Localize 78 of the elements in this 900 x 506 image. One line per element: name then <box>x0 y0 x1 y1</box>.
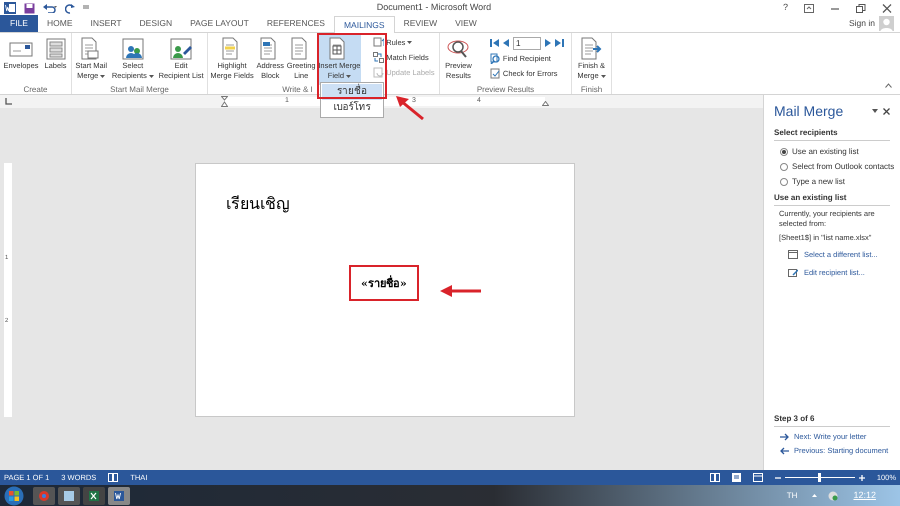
word-icon[interactable] <box>108 486 130 504</box>
greeting-text: เรียนเชิญ <box>226 194 290 214</box>
ribbon-tab[interactable]: REFERENCES <box>258 15 334 32</box>
browser-icon[interactable] <box>33 486 55 504</box>
zoom-in-icon[interactable] <box>858 474 865 480</box>
save-icon <box>24 2 35 14</box>
check-icon <box>490 68 501 79</box>
edit-list-icon <box>169 37 194 61</box>
recipients-icon <box>120 37 145 61</box>
restore-icon[interactable] <box>856 4 866 12</box>
undo-icon <box>43 3 57 13</box>
edit-icon <box>788 268 798 277</box>
ribbon-tab[interactable]: PAGE LAYOUT <box>181 15 258 32</box>
indent-marker-icon[interactable] <box>221 96 228 107</box>
zoom-out-icon[interactable] <box>774 474 781 480</box>
next-arrow-icon <box>780 433 789 441</box>
caret-icon <box>148 74 154 78</box>
ribbon-tab[interactable]: REVIEW <box>394 15 446 32</box>
annotation-arrow <box>395 95 425 121</box>
caret-icon[interactable] <box>872 109 878 113</box>
print-layout-icon[interactable] <box>732 473 741 482</box>
window-title: Document1 - Microsoft Word <box>376 1 492 14</box>
web-layout-icon[interactable] <box>752 473 763 482</box>
folder-icon[interactable] <box>58 486 80 504</box>
ribbon-tab[interactable]: DESIGN <box>130 15 182 32</box>
caret-icon <box>100 74 106 78</box>
last-record-icon[interactable] <box>554 39 564 47</box>
redo-icon <box>65 2 75 14</box>
network-icon[interactable] <box>828 490 838 500</box>
ribbon-tab[interactable]: INSERT <box>82 15 131 32</box>
close-icon[interactable] <box>882 4 892 12</box>
group-label: Write & I <box>282 85 313 95</box>
list-icon <box>788 250 798 260</box>
find-icon <box>490 53 501 64</box>
spreadsheet-icon[interactable] <box>83 486 105 504</box>
group-label: Create <box>23 85 48 95</box>
customize-icon <box>83 5 89 11</box>
right-indent-icon[interactable] <box>542 101 549 106</box>
previous-record-icon[interactable] <box>502 39 509 47</box>
zoom-slider-thumb[interactable] <box>818 473 822 482</box>
group-label: Preview Results <box>476 85 534 95</box>
first-record-icon[interactable] <box>490 39 499 47</box>
match-fields-icon <box>373 52 384 63</box>
record-field[interactable]: 1 <box>512 36 541 50</box>
pane-title: Mail Merge <box>774 103 844 119</box>
caret-icon <box>600 74 606 78</box>
ribbon-tab[interactable]: HOME <box>38 15 82 32</box>
next-record-icon[interactable] <box>544 39 551 47</box>
annotation-arrow <box>440 285 482 297</box>
back-arrow-icon <box>780 447 789 455</box>
proofing-icon[interactable] <box>108 473 118 482</box>
tray-arrow-icon[interactable] <box>812 494 818 497</box>
caret-icon <box>346 74 352 78</box>
file-tab[interactable]: FILE <box>0 15 38 32</box>
ribbon-tab[interactable]: VIEW <box>446 15 486 32</box>
sign-in-link[interactable]: Sign in <box>849 15 875 32</box>
caret-icon <box>407 41 412 44</box>
tab-selector-icon[interactable] <box>5 98 12 105</box>
section-heading: Use an existing list <box>774 192 890 206</box>
update-labels-icon <box>373 67 384 78</box>
ribbon-display-icon[interactable] <box>804 4 814 12</box>
annotation-box <box>317 33 387 99</box>
section-heading: Select recipients <box>774 127 890 141</box>
radio-option[interactable]: Type a new list <box>774 174 890 189</box>
rules-icon <box>373 37 384 48</box>
group-label: Start Mail Merge <box>110 85 169 95</box>
radio-option[interactable]: Use an existing list <box>774 144 890 159</box>
close-icon[interactable] <box>883 108 890 114</box>
help-button[interactable]: ? <box>778 1 792 15</box>
ribbon-tab[interactable]: MAILINGS <box>334 16 395 33</box>
collapse-ribbon-icon[interactable] <box>885 83 892 88</box>
merge-field: «รายชื่อ» <box>361 277 407 290</box>
labels-icon <box>44 37 68 61</box>
group-label: Finish <box>580 85 602 95</box>
step-heading: Step 3 of 6 <box>774 413 890 427</box>
read-mode-icon[interactable] <box>710 473 720 482</box>
start-orb-icon[interactable] <box>4 486 24 506</box>
document-arrow-icon <box>579 37 604 61</box>
